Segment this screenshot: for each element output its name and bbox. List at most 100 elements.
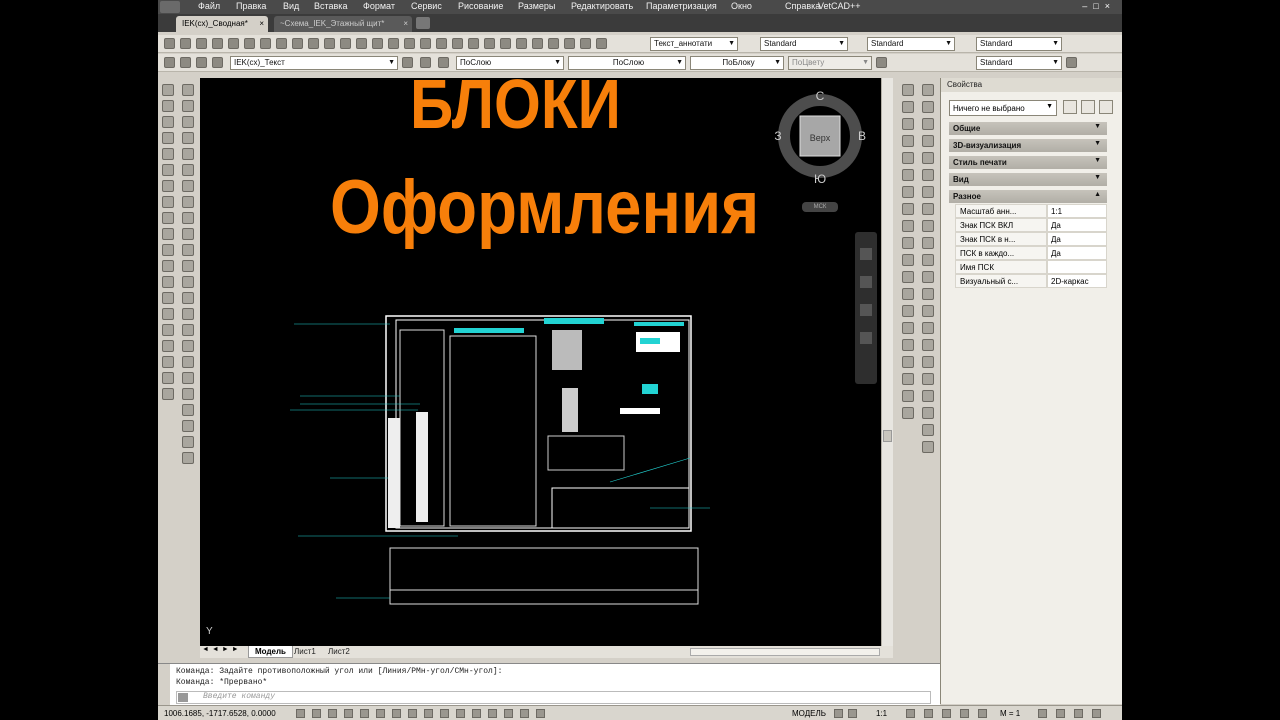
inquiry-tool-icon[interactable] bbox=[922, 390, 934, 402]
modify-tool-icon[interactable] bbox=[182, 132, 194, 144]
toolbar-button-icon[interactable] bbox=[356, 38, 367, 49]
window-controls[interactable]: –□× bbox=[1082, 1, 1116, 11]
inquiry-tool-icon[interactable] bbox=[922, 152, 934, 164]
menu-dimensions[interactable]: Размеры bbox=[518, 1, 555, 11]
workspace-icon[interactable] bbox=[942, 709, 951, 718]
modify-tool-icon[interactable] bbox=[182, 340, 194, 352]
layer-previous-icon[interactable] bbox=[420, 57, 431, 68]
zoom-icon[interactable] bbox=[860, 276, 872, 288]
drafting-toggle-icon[interactable] bbox=[328, 709, 337, 718]
drafting-toggle-icon[interactable] bbox=[536, 709, 545, 718]
dimension-tool-icon[interactable] bbox=[902, 169, 914, 181]
toolbar-button-icon[interactable] bbox=[452, 38, 463, 49]
draw-tool-icon[interactable] bbox=[162, 276, 174, 288]
toolbar-button-icon[interactable] bbox=[324, 38, 335, 49]
drafting-toggle-icon[interactable] bbox=[392, 709, 401, 718]
menu-window[interactable]: Окно bbox=[731, 1, 752, 11]
quick-select-button[interactable] bbox=[1099, 100, 1113, 114]
toolbar-button-icon[interactable] bbox=[308, 38, 319, 49]
modify-tool-icon[interactable] bbox=[182, 164, 194, 176]
inquiry-tool-icon[interactable] bbox=[922, 441, 934, 453]
section-general[interactable]: Общие ▼ bbox=[949, 122, 1107, 135]
toolbar-button-icon[interactable] bbox=[372, 38, 383, 49]
dimension-tool-icon[interactable] bbox=[902, 135, 914, 147]
dimension-tool-icon[interactable] bbox=[902, 356, 914, 368]
drafting-toggle-icon[interactable] bbox=[360, 709, 369, 718]
menu-help[interactable]: Справка bbox=[785, 1, 820, 11]
properties-icon[interactable] bbox=[876, 57, 887, 68]
toolbar-button-icon[interactable] bbox=[404, 38, 415, 49]
draw-tool-icon[interactable] bbox=[162, 356, 174, 368]
doc-tab-etazhny-shchit[interactable]: ~Схема_IEK_Этажный щит* × bbox=[274, 16, 412, 32]
text-style-select[interactable]: Текст_аннотати ▼ bbox=[650, 37, 738, 51]
property-value[interactable]: 1:1 bbox=[1047, 204, 1107, 218]
color-select[interactable]: ПоСлою ▼ bbox=[456, 56, 564, 70]
toolbar-button-icon[interactable] bbox=[228, 38, 239, 49]
table-style-select[interactable]: Standard ▼ bbox=[867, 37, 955, 51]
draw-tool-icon[interactable] bbox=[162, 196, 174, 208]
toolbar-button-icon[interactable] bbox=[564, 38, 575, 49]
inquiry-tool-icon[interactable] bbox=[922, 101, 934, 113]
menu-file[interactable]: Файл bbox=[198, 1, 220, 11]
section-plot-style[interactable]: Стиль печати ▼ bbox=[949, 156, 1107, 169]
inquiry-tool-icon[interactable] bbox=[922, 84, 934, 96]
model-space-button[interactable]: МОДЕЛЬ bbox=[792, 709, 826, 718]
modify-tool-icon[interactable] bbox=[182, 84, 194, 96]
draw-tool-icon[interactable] bbox=[162, 148, 174, 160]
drafting-toggle-icon[interactable] bbox=[376, 709, 385, 718]
close-icon[interactable]: × bbox=[403, 19, 408, 28]
draw-tool-icon[interactable] bbox=[162, 260, 174, 272]
draw-tool-icon[interactable] bbox=[162, 180, 174, 192]
menu-draw[interactable]: Рисование bbox=[458, 1, 503, 11]
draw-tool-icon[interactable] bbox=[162, 308, 174, 320]
modify-tool-icon[interactable] bbox=[182, 324, 194, 336]
inquiry-tool-icon[interactable] bbox=[922, 271, 934, 283]
toolbar-button-icon[interactable] bbox=[516, 38, 527, 49]
dimension-tool-icon[interactable] bbox=[902, 203, 914, 215]
toolbar-button-icon[interactable] bbox=[180, 38, 191, 49]
layer-state-icon[interactable] bbox=[180, 57, 191, 68]
draw-tool-icon[interactable] bbox=[162, 132, 174, 144]
draw-tool-icon[interactable] bbox=[162, 244, 174, 256]
menu-vetcad[interactable]: VetCAD++ bbox=[818, 1, 861, 11]
drawing-area[interactable]: БЛОКИ Оформления Верх С Ю В З МСК Y bbox=[200, 78, 881, 646]
menu-view[interactable]: Вид bbox=[283, 1, 299, 11]
status-menu-icon[interactable] bbox=[1074, 709, 1083, 718]
toolbar-button-icon[interactable] bbox=[420, 38, 431, 49]
drafting-toggle-icon[interactable] bbox=[312, 709, 321, 718]
draw-tool-icon[interactable] bbox=[162, 84, 174, 96]
modify-tool-icon[interactable] bbox=[182, 196, 194, 208]
modify-tool-icon[interactable] bbox=[182, 404, 194, 416]
modify-tool-icon[interactable] bbox=[182, 100, 194, 112]
dimension-tool-icon[interactable] bbox=[902, 84, 914, 96]
toolbar-button-icon[interactable] bbox=[244, 38, 255, 49]
inquiry-tool-icon[interactable] bbox=[922, 186, 934, 198]
property-row[interactable]: Визуальный с... 2D-каркас bbox=[955, 274, 1107, 288]
modify-tool-icon[interactable] bbox=[182, 228, 194, 240]
drafting-toggle-icon[interactable] bbox=[456, 709, 465, 718]
vertical-scrollbar[interactable] bbox=[881, 78, 893, 646]
layer-select[interactable]: IEK(сх)_Текст ▼ bbox=[230, 56, 398, 70]
draw-tool-icon[interactable] bbox=[162, 164, 174, 176]
select-objects-button[interactable] bbox=[1081, 100, 1095, 114]
annotation-scale[interactable]: 1:1 bbox=[876, 709, 887, 718]
layer-match-icon[interactable] bbox=[438, 57, 449, 68]
drafting-toggle-icon[interactable] bbox=[408, 709, 417, 718]
draw-tool-icon[interactable] bbox=[162, 100, 174, 112]
property-row[interactable]: Знак ПСК ВКЛ Да bbox=[955, 218, 1107, 232]
toolbar-button-icon[interactable] bbox=[292, 38, 303, 49]
property-row[interactable]: Имя ПСК bbox=[955, 260, 1107, 274]
inquiry-tool-icon[interactable] bbox=[922, 254, 934, 266]
property-value[interactable]: Да bbox=[1047, 218, 1107, 232]
toolbar-button-icon[interactable] bbox=[260, 38, 271, 49]
toolbar-button-icon[interactable] bbox=[484, 38, 495, 49]
navigation-bar[interactable] bbox=[855, 232, 877, 384]
drafting-toggle-icon[interactable] bbox=[424, 709, 433, 718]
property-value[interactable]: Да bbox=[1047, 232, 1107, 246]
application-menu-button[interactable] bbox=[160, 1, 180, 13]
dimension-tool-icon[interactable] bbox=[902, 339, 914, 351]
isolate-objects-icon[interactable] bbox=[1038, 709, 1047, 718]
drafting-toggle-icon[interactable] bbox=[504, 709, 513, 718]
dimension-tool-icon[interactable] bbox=[902, 101, 914, 113]
section-misc[interactable]: Разное ▲ bbox=[949, 190, 1107, 203]
